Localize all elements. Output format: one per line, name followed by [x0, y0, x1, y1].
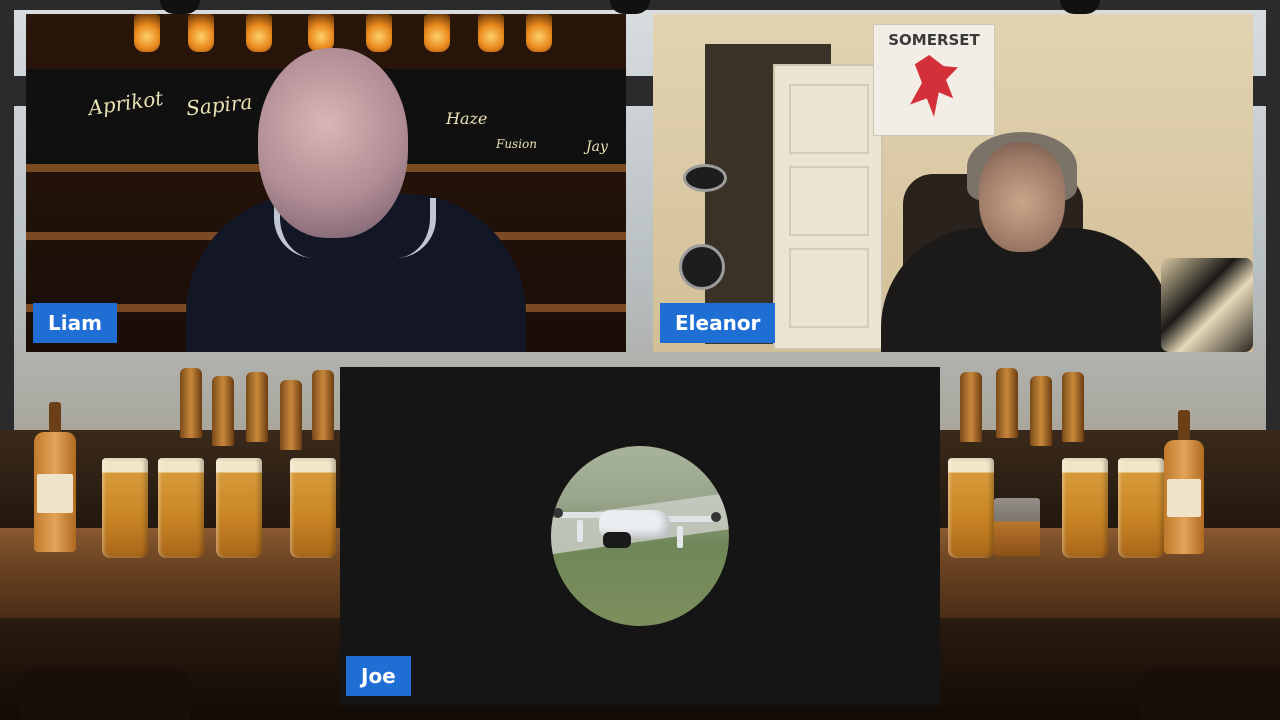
- door: [773, 64, 883, 350]
- shelf-bottle: [1030, 376, 1052, 446]
- chalkboard-text: Haze: [446, 109, 488, 128]
- beer-pint: [948, 458, 994, 558]
- chalkboard-text: Fusion: [496, 137, 538, 151]
- light-bulb: [366, 14, 392, 52]
- shelf-bottle: [960, 372, 982, 442]
- bar-stool: [1140, 668, 1280, 720]
- chalkboard-text: Aprikot: [86, 85, 165, 121]
- somerset-flag: SOMERSET: [873, 24, 995, 136]
- light-bulb: [478, 14, 504, 52]
- whisky-bottle: [1164, 410, 1204, 554]
- shelf-bottle: [1062, 372, 1084, 442]
- shelf-bottle: [246, 372, 268, 442]
- beer-pint: [290, 458, 336, 558]
- shelf-bottle: [996, 368, 1018, 438]
- name-tag-liam: Liam: [33, 303, 117, 343]
- name-tag-joe: Joe: [346, 656, 411, 696]
- window-frame-right: [1266, 0, 1280, 440]
- whisky-glass: [994, 498, 1040, 556]
- light-bulb: [308, 14, 334, 52]
- beer-pint: [158, 458, 204, 558]
- light-bulb: [526, 14, 552, 52]
- shelf-bottle: [212, 376, 234, 446]
- dragon-icon: [910, 55, 958, 117]
- flag-text: SOMERSET: [888, 31, 980, 49]
- person-head: [258, 48, 408, 238]
- beer-pint: [216, 458, 262, 558]
- name-tag-eleanor: Eleanor: [660, 303, 776, 343]
- cymbal: [683, 164, 727, 192]
- person-head: [979, 142, 1065, 252]
- cushion: [1161, 258, 1253, 352]
- video-tile-joe[interactable]: Joe: [340, 367, 940, 705]
- shelf-bottle: [312, 370, 334, 440]
- shelf-bottle: [180, 368, 202, 438]
- chalkboard-text: Jay: [586, 139, 608, 155]
- beer-pint: [102, 458, 148, 558]
- shelf-bottle: [280, 380, 302, 450]
- bar-stool: [20, 668, 190, 720]
- light-bulb: [424, 14, 450, 52]
- chalkboard-text: Sapira: [184, 89, 254, 121]
- beer-pint: [1062, 458, 1108, 558]
- window-frame-left: [0, 0, 14, 440]
- light-bulb: [134, 14, 160, 52]
- light-bulb: [188, 14, 214, 52]
- drum-kit: [679, 244, 725, 290]
- beer-pint: [1118, 458, 1164, 558]
- light-bulb: [246, 14, 272, 52]
- video-tile-liam[interactable]: Aprikot Sapira Haze Fusion Jay Liam: [26, 14, 626, 352]
- video-tile-eleanor[interactable]: SOMERSET Eleanor: [653, 14, 1253, 352]
- whisky-bottle: [34, 402, 76, 552]
- drone-avatar-icon: [551, 446, 729, 626]
